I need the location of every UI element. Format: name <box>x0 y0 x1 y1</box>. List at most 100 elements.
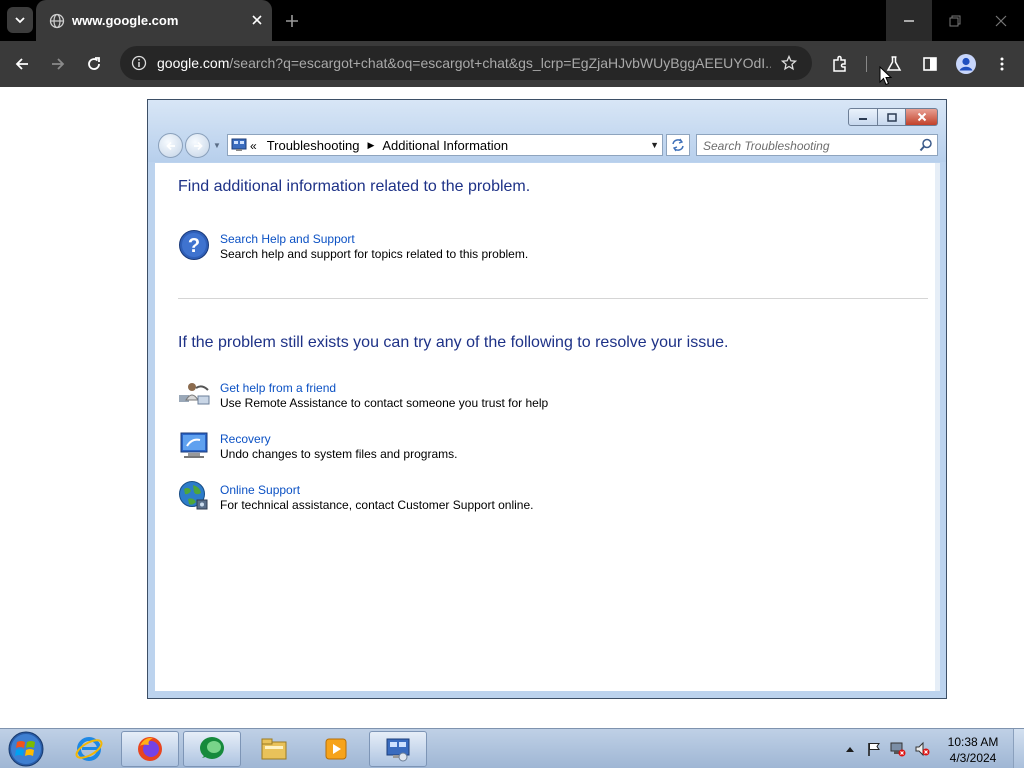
maximize-icon <box>886 112 897 122</box>
get-help-friend-link[interactable]: Get help from a friend <box>220 381 336 395</box>
heading-still-exists: If the problem still exists you can try … <box>178 334 729 351</box>
close-icon <box>252 15 262 25</box>
action-center-icon[interactable] <box>866 741 882 757</box>
section-divider <box>178 298 928 299</box>
show-desktop-button[interactable] <box>1013 729 1024 768</box>
recent-pages-dropdown[interactable]: ▼ <box>213 141 221 150</box>
volume-muted-icon <box>915 741 930 757</box>
recovery-icon <box>180 432 208 458</box>
vertical-scrollbar[interactable] <box>935 163 940 691</box>
window-minimize-button[interactable] <box>848 108 878 126</box>
browser-tab[interactable]: www.google.com <box>36 0 272 41</box>
volume-icon[interactable] <box>914 741 930 757</box>
reload-icon <box>88 57 100 70</box>
tab-close-button[interactable] <box>248 11 266 29</box>
url-host: google.com <box>157 55 230 71</box>
window-close-button[interactable] <box>906 108 938 126</box>
bookmark-star-button[interactable] <box>777 51 801 75</box>
breadcrumb-overflow[interactable]: « <box>250 139 257 153</box>
side-panel-button[interactable] <box>916 50 944 78</box>
remote-assistance-icon <box>179 383 210 405</box>
more-vertical-icon <box>1000 57 1004 71</box>
explorer-forward-button[interactable] <box>185 133 210 158</box>
arrow-right-icon <box>52 58 65 70</box>
chevron-up-icon <box>846 747 854 752</box>
browser-close-button[interactable] <box>978 0 1024 41</box>
search-help-link[interactable]: Search Help and Support <box>220 232 355 246</box>
chrome-menu-button[interactable] <box>988 50 1016 78</box>
media-player-icon <box>325 738 347 760</box>
online-support-link[interactable]: Online Support <box>220 483 300 497</box>
control-panel-icon <box>386 738 410 762</box>
window-maximize-button[interactable] <box>878 108 906 126</box>
explorer-refresh-button[interactable] <box>666 134 690 156</box>
browser-minimize-button[interactable] <box>886 0 932 41</box>
explorer-address-bar[interactable]: « Troubleshooting ▶ Additional Informati… <box>227 134 663 156</box>
breadcrumb-troubleshooting[interactable]: Troubleshooting <box>267 138 360 153</box>
taskbar-control-panel[interactable] <box>369 731 427 767</box>
breadcrumb-additional-information[interactable]: Additional Information <box>382 138 508 153</box>
address-bar[interactable]: google.com/search?q=escargot+chat&oq=esc… <box>120 46 812 80</box>
task-get-help-friend[interactable]: Get help from a friend Use Remote Assist… <box>178 378 738 414</box>
breadcrumb-separator-icon[interactable]: ▶ <box>367 140 374 151</box>
browser-restore-button[interactable] <box>932 0 978 41</box>
clock-time: 10:38 AM <box>947 735 999 749</box>
taskbar-media-player[interactable] <box>307 731 365 767</box>
firefox-icon <box>138 737 162 761</box>
mouse-cursor-icon <box>879 66 893 86</box>
search-placeholder: Search Troubleshooting <box>703 139 830 153</box>
search-icon[interactable] <box>919 138 933 152</box>
network-icon[interactable] <box>890 741 906 757</box>
search-help-description: Search help and support for topics relat… <box>220 247 529 261</box>
new-tab-button[interactable] <box>281 10 303 32</box>
reload-button[interactable] <box>80 50 108 78</box>
taskbar-clock[interactable]: 10:38 AM 4/3/2024 <box>935 734 1011 766</box>
taskbar-firefox[interactable] <box>121 731 179 767</box>
minimize-icon <box>859 118 867 120</box>
plus-icon <box>286 15 298 27</box>
start-button[interactable] <box>6 731 46 767</box>
url-path: /search?q=escargot+chat&oq=escargot+chat… <box>229 55 771 71</box>
taskbar-file-explorer[interactable] <box>245 731 303 767</box>
profile-button[interactable] <box>952 50 980 78</box>
tab-search-button[interactable] <box>7 7 33 33</box>
profile-avatar-icon <box>956 54 976 74</box>
close-icon <box>917 112 926 122</box>
content-pane: Find additional information related to t… <box>155 163 940 691</box>
escargot-icon <box>200 737 224 759</box>
online-support-description: For technical assistance, contact Custom… <box>220 498 534 512</box>
refresh-icon <box>672 138 684 152</box>
arrow-left-icon <box>165 141 175 150</box>
forward-button[interactable] <box>44 50 72 78</box>
flag-icon <box>868 743 880 756</box>
globe-icon <box>179 481 208 510</box>
windows-taskbar: 10:38 AM 4/3/2024 <box>0 728 1024 768</box>
window-frame: ▼ « Troubleshooting ▶ Additional Informa… <box>148 100 946 162</box>
show-hidden-icons-button[interactable] <box>842 741 858 757</box>
arrow-right-icon <box>193 141 203 150</box>
recovery-link[interactable]: Recovery <box>220 432 271 446</box>
task-search-help[interactable]: ? Search Help and Support Search help an… <box>178 229 738 265</box>
explorer-back-button[interactable] <box>158 133 183 158</box>
control-panel-icon <box>231 138 247 151</box>
extensions-button[interactable] <box>826 50 854 78</box>
globe-icon <box>49 13 65 29</box>
browser-toolbar: google.com/search?q=escargot+chat&oq=esc… <box>0 41 1024 87</box>
chevron-down-icon <box>15 17 25 24</box>
address-dropdown-button[interactable]: ▼ <box>650 140 659 150</box>
window-caption-buttons <box>848 108 938 126</box>
site-info-button[interactable] <box>128 52 150 74</box>
troubleshooting-window: ▼ « Troubleshooting ▶ Additional Informa… <box>147 99 947 699</box>
close-icon <box>995 15 1007 26</box>
search-troubleshooting-input[interactable]: Search Troubleshooting <box>696 134 938 156</box>
toolbar-separator <box>866 56 867 72</box>
taskbar-internet-explorer[interactable] <box>60 731 118 767</box>
task-recovery[interactable]: Recovery Undo changes to system files an… <box>178 429 738 465</box>
back-button[interactable] <box>8 50 36 78</box>
side-panel-icon <box>923 57 937 71</box>
taskbar-escargot[interactable] <box>183 731 241 767</box>
arrow-left-icon <box>15 58 28 70</box>
task-online-support[interactable]: Online Support For technical assistance,… <box>178 480 738 516</box>
star-icon <box>781 55 797 71</box>
file-explorer-icon <box>261 738 287 760</box>
